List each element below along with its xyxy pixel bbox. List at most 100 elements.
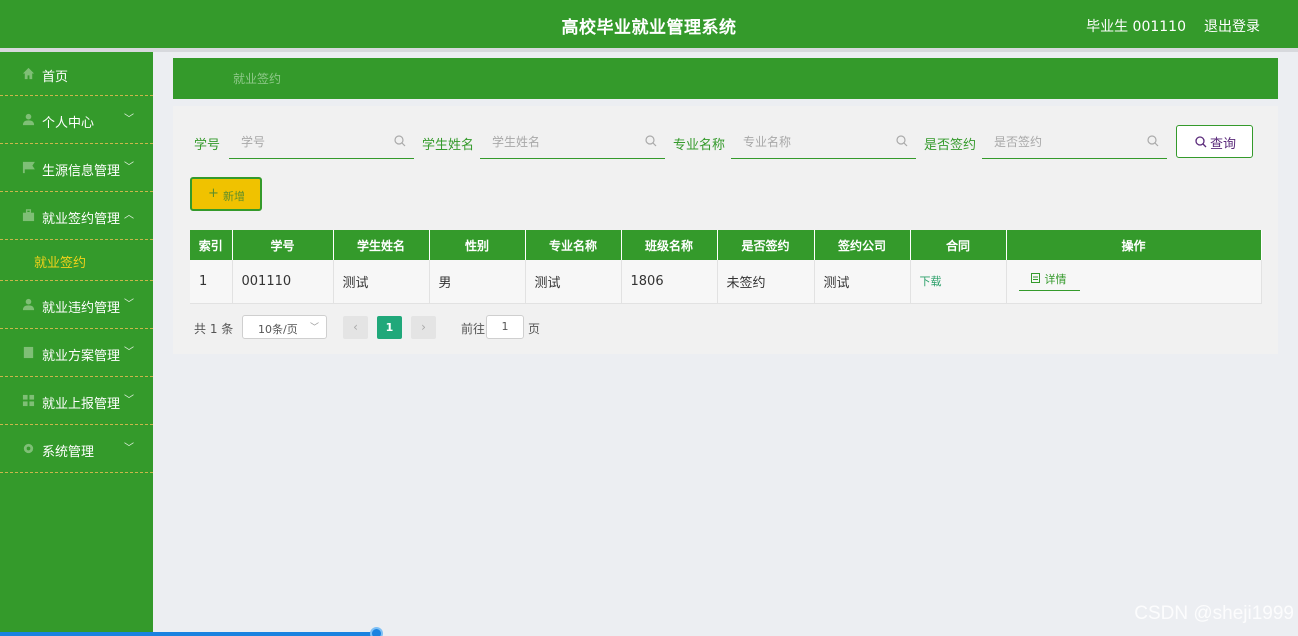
cell-student-id: 001110: [232, 260, 334, 304]
search-input-major[interactable]: 专业名称: [731, 124, 916, 159]
column-header[interactable]: 签约公司: [814, 230, 911, 260]
sidebar-item-employment-breach[interactable]: 就业违约管理 ﹀: [0, 281, 153, 329]
search-placeholder: 是否签约: [994, 135, 1043, 149]
search-input-student-id[interactable]: 学号: [229, 124, 414, 159]
app-header: 高校毕业就业管理系统 毕业生 001110 退出登录: [0, 0, 1298, 48]
chevron-down-icon: ﹀: [124, 347, 134, 358]
briefcase-icon: [22, 209, 35, 222]
sidebar-item-label: 就业违约管理: [42, 301, 121, 316]
cell-signed: 未签约: [717, 260, 815, 304]
detail-button-label: 详情: [1044, 273, 1067, 287]
cell-company: 测试: [814, 260, 911, 304]
sidebar-item-label: 就业方案管理: [42, 349, 121, 364]
sidebar-subitem-label: 就业签约: [34, 256, 87, 271]
sidebar-item-label: 系统管理: [42, 445, 95, 460]
detail-button[interactable]: 详情: [1018, 267, 1080, 292]
query-button[interactable]: 查询: [1176, 125, 1253, 158]
sidebar-item-employment-signing[interactable]: 就业签约管理 ︿: [0, 192, 153, 240]
column-header[interactable]: 合同: [910, 230, 1007, 260]
add-button[interactable]: + 新增: [190, 177, 262, 211]
page-size-select[interactable]: 10条/页 ﹀: [242, 315, 327, 339]
table-header-row: 索引 学号 学生姓名 性别 专业名称 班级名称 是否签约 签约公司 合同 操作: [190, 230, 1262, 260]
column-header[interactable]: 班级名称: [621, 230, 718, 260]
chevron-down-icon: ﹀: [124, 114, 134, 125]
current-page-button[interactable]: 1: [377, 316, 402, 339]
home-icon: [22, 67, 35, 80]
main-panel: 学号 学号 学生姓名 学生姓名 专业名称 专业名称 是否签约 是否签约 查询 +…: [173, 106, 1278, 354]
column-header[interactable]: 操作: [1006, 230, 1262, 260]
sidebar-subitem-employment-signing[interactable]: 就业签约: [0, 240, 153, 281]
progress-handle[interactable]: [370, 627, 383, 636]
page-unit-label: 页: [528, 322, 541, 336]
contract-download-link[interactable]: 下载: [910, 260, 1007, 304]
column-header[interactable]: 性别: [429, 230, 526, 260]
sidebar-item-employment-report[interactable]: 就业上报管理 ﹀: [0, 377, 153, 425]
sidebar-item-personal-center[interactable]: 个人中心 ﹀: [0, 96, 153, 144]
search-icon: [1147, 135, 1159, 147]
header-divider: [0, 48, 1298, 52]
query-button-label: 查询: [1210, 137, 1237, 152]
user-icon: [22, 113, 35, 126]
column-header[interactable]: 学号: [232, 230, 334, 260]
chevron-up-icon: ︿: [124, 210, 134, 221]
watermark: CSDN @sheji1999: [1134, 603, 1294, 624]
search-placeholder: 学号: [241, 135, 266, 149]
search-icon: [394, 135, 406, 147]
sidebar-item-home[interactable]: 首页: [0, 52, 153, 96]
cell-student-name: 测试: [333, 260, 430, 304]
sidebar: 首页 个人中心 ﹀ 生源信息管理 ﹀ 就业签约管理 ︿ 就业签约 就业违约管理 …: [0, 52, 153, 636]
search-icon: [1195, 136, 1207, 148]
sidebar-item-label: 生源信息管理: [42, 164, 121, 179]
sidebar-item-employment-plan[interactable]: 就业方案管理 ﹀: [0, 329, 153, 377]
column-header[interactable]: 索引: [190, 230, 233, 260]
search-input-student-name[interactable]: 学生姓名: [480, 124, 665, 159]
search-icon: [645, 135, 657, 147]
cell-class: 1806: [621, 260, 718, 304]
sidebar-item-label: 就业签约管理: [42, 212, 121, 227]
plus-icon: +: [208, 186, 219, 201]
column-header[interactable]: 是否签约: [717, 230, 815, 260]
search-input-signed[interactable]: 是否签约: [982, 124, 1167, 159]
document-icon: [1030, 273, 1040, 284]
pagination-total: 共 1 条: [194, 322, 234, 336]
search-placeholder: 学生姓名: [492, 135, 541, 149]
chevron-down-icon: ﹀: [124, 395, 134, 406]
doc-icon: [23, 346, 34, 359]
chevron-down-icon: ﹀: [124, 443, 134, 454]
sidebar-item-label: 就业上报管理: [42, 397, 121, 412]
cell-index: 1: [190, 260, 233, 304]
data-table: 索引 学号 学生姓名 性别 专业名称 班级名称 是否签约 签约公司 合同 操作 …: [190, 230, 1262, 304]
current-user: 毕业生 001110: [1086, 19, 1186, 35]
user-icon: [22, 298, 35, 311]
cell-major: 测试: [525, 260, 622, 304]
table-row[interactable]: 1 001110 测试 男 测试 1806 未签约 测试 下载 详情: [190, 260, 1262, 304]
search-label-student-name: 学生姓名: [422, 138, 475, 153]
logout-button[interactable]: 退出登录: [1204, 16, 1260, 36]
search-placeholder: 专业名称: [743, 135, 792, 149]
add-button-label: 新增: [223, 190, 245, 203]
progress-bar: [0, 632, 376, 636]
column-header[interactable]: 学生姓名: [333, 230, 430, 260]
search-label-signed: 是否签约: [924, 138, 977, 153]
next-page-button[interactable]: ›: [411, 316, 436, 339]
sidebar-item-system[interactable]: 系统管理 ﹀: [0, 425, 153, 473]
sidebar-item-source-info[interactable]: 生源信息管理 ﹀: [0, 144, 153, 192]
search-icon: [896, 135, 908, 147]
cell-gender: 男: [429, 260, 526, 304]
cell-actions: 详情: [1006, 260, 1262, 304]
search-label-student-id: 学号: [194, 138, 221, 153]
prev-page-button[interactable]: ‹: [343, 316, 368, 339]
goto-page-input[interactable]: 1: [486, 315, 524, 339]
flag-icon: [22, 161, 35, 174]
column-header[interactable]: 专业名称: [525, 230, 622, 260]
breadcrumb: 就业签约: [173, 58, 1278, 99]
chevron-down-icon: ﹀: [309, 323, 319, 333]
sidebar-item-label: 个人中心: [42, 116, 95, 131]
breadcrumb-current: 就业签约: [233, 72, 282, 86]
page-size-value: 10条/页: [258, 323, 298, 336]
search-label-major: 专业名称: [673, 138, 726, 153]
chevron-down-icon: ﹀: [124, 162, 134, 173]
grid-icon: [22, 394, 35, 407]
pagination: 共 1 条 10条/页 ﹀ ‹ 1 › 前往 1 页: [173, 314, 773, 340]
sidebar-item-label: 首页: [42, 70, 69, 85]
